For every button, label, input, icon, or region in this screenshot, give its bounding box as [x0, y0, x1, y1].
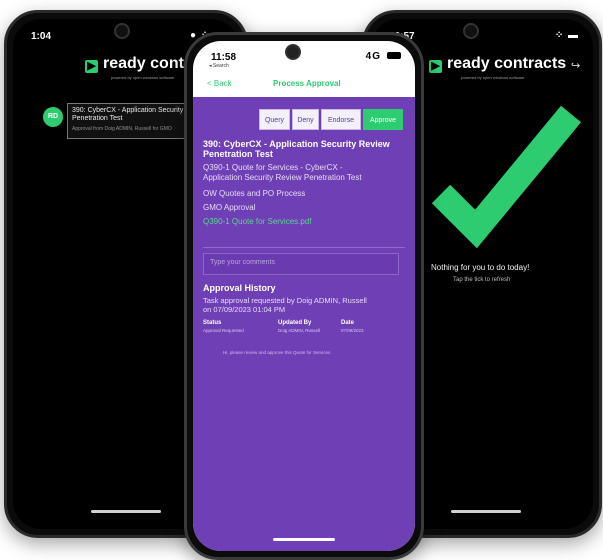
refresh-tick-icon[interactable]: [421, 99, 581, 259]
camera: [114, 23, 130, 39]
task-subtitle: Approval from Doig ADMIN, Russell for GM…: [72, 126, 172, 132]
home-indicator[interactable]: [91, 510, 161, 513]
history-col-status: Status: [203, 320, 222, 326]
nav-bar: < Back Process Approval: [193, 71, 415, 95]
logo-mark-icon: ▶: [429, 60, 442, 73]
approve-button[interactable]: Approve: [363, 109, 403, 130]
divider: [203, 247, 405, 248]
stage-name: GMO Approval: [203, 203, 256, 212]
action-buttons: Query Deny Endorse Approve: [259, 109, 405, 130]
approval-panel: Query Deny Endorse Approve 390: CyberCX …: [193, 97, 415, 551]
home-indicator[interactable]: [273, 538, 335, 541]
task-title-line1: 390: CyberCX - Application Security Revi…: [203, 139, 390, 149]
status-bar: 12:57 ⁘ ▬: [389, 29, 579, 45]
home-indicator[interactable]: [451, 510, 521, 513]
history-col-updated-by: Updated By: [278, 320, 312, 326]
history-entry: Task approval requested by Doig ADMIN, R…: [203, 296, 367, 314]
camera: [463, 23, 479, 39]
task-description-line2: Application Security Review Penetration …: [203, 173, 362, 182]
comments-input[interactable]: Type your comments: [203, 253, 399, 275]
history-col-date: Date: [341, 320, 355, 326]
camera: [285, 44, 301, 60]
task-title: 390: CyberCX - Application Security Revi…: [203, 139, 390, 159]
task-title: 390: CyberCX - Application Security R Pe…: [72, 107, 190, 123]
app-logo: ▶ ready contracts: [429, 55, 566, 73]
center-phone-screen: 11:58 4G ◂ Search < Back Process Approva…: [193, 41, 415, 551]
task-title-line2: Penetration Test: [203, 149, 273, 159]
endorse-button[interactable]: Endorse: [321, 109, 361, 130]
history-entry-line1: Task approval requested by Doig ADMIN, R…: [203, 296, 367, 305]
logo-text: ready contracts: [447, 55, 567, 72]
deny-button[interactable]: Deny: [292, 109, 319, 130]
process-name: OW Quotes and PO Process: [203, 189, 306, 198]
logo-mark-icon: ▶: [85, 60, 98, 73]
status-network: 4G: [365, 51, 381, 62]
task-title-line2: Penetration Test: [72, 115, 123, 122]
query-button[interactable]: Query: [259, 109, 290, 130]
history-cell-date: 07/09/2023: [341, 328, 364, 333]
attachment-link[interactable]: Q390-1 Quote for Services.pdf: [203, 217, 312, 226]
history-entry-line2: on 07/09/2023 01:04 PM: [203, 305, 286, 314]
status-bar: 11:58 4G: [211, 50, 401, 66]
avatar: RD: [43, 107, 63, 127]
page-title: Process Approval: [273, 79, 341, 88]
empty-state-hint: Tap the tick to refresh: [453, 277, 511, 283]
task-description-line1: Q390-1 Quote for Services - CyberCX -: [203, 163, 343, 172]
status-time: 1:04: [31, 31, 52, 42]
task-description: Q390-1 Quote for Services - CyberCX - Ap…: [203, 163, 362, 183]
logout-icon[interactable]: ↪: [571, 59, 580, 72]
history-note: Hi, please review and approve this Quote…: [223, 350, 331, 355]
empty-state-title: Nothing for you to do today!: [431, 263, 530, 272]
back-button[interactable]: < Back: [207, 79, 232, 88]
battery-icon: [387, 52, 401, 59]
task-title-line1: 390: CyberCX - Application Security R: [72, 107, 191, 114]
history-cell-status: Approval Requested: [203, 328, 244, 333]
status-icons: ⁘ ▬: [554, 30, 579, 41]
back-to-search[interactable]: ◂ Search: [209, 63, 229, 69]
center-phone: 11:58 4G ◂ Search < Back Process Approva…: [184, 32, 424, 560]
app-tagline: powered by open windows software: [111, 75, 175, 80]
history-heading: Approval History: [203, 283, 276, 293]
history-cell-updated-by: Doig ADMIN, Russell: [278, 328, 321, 333]
app-tagline: powered by open windows software: [461, 75, 525, 80]
comments-placeholder: Type your comments: [210, 259, 275, 266]
status-time: 11:58: [211, 52, 237, 63]
